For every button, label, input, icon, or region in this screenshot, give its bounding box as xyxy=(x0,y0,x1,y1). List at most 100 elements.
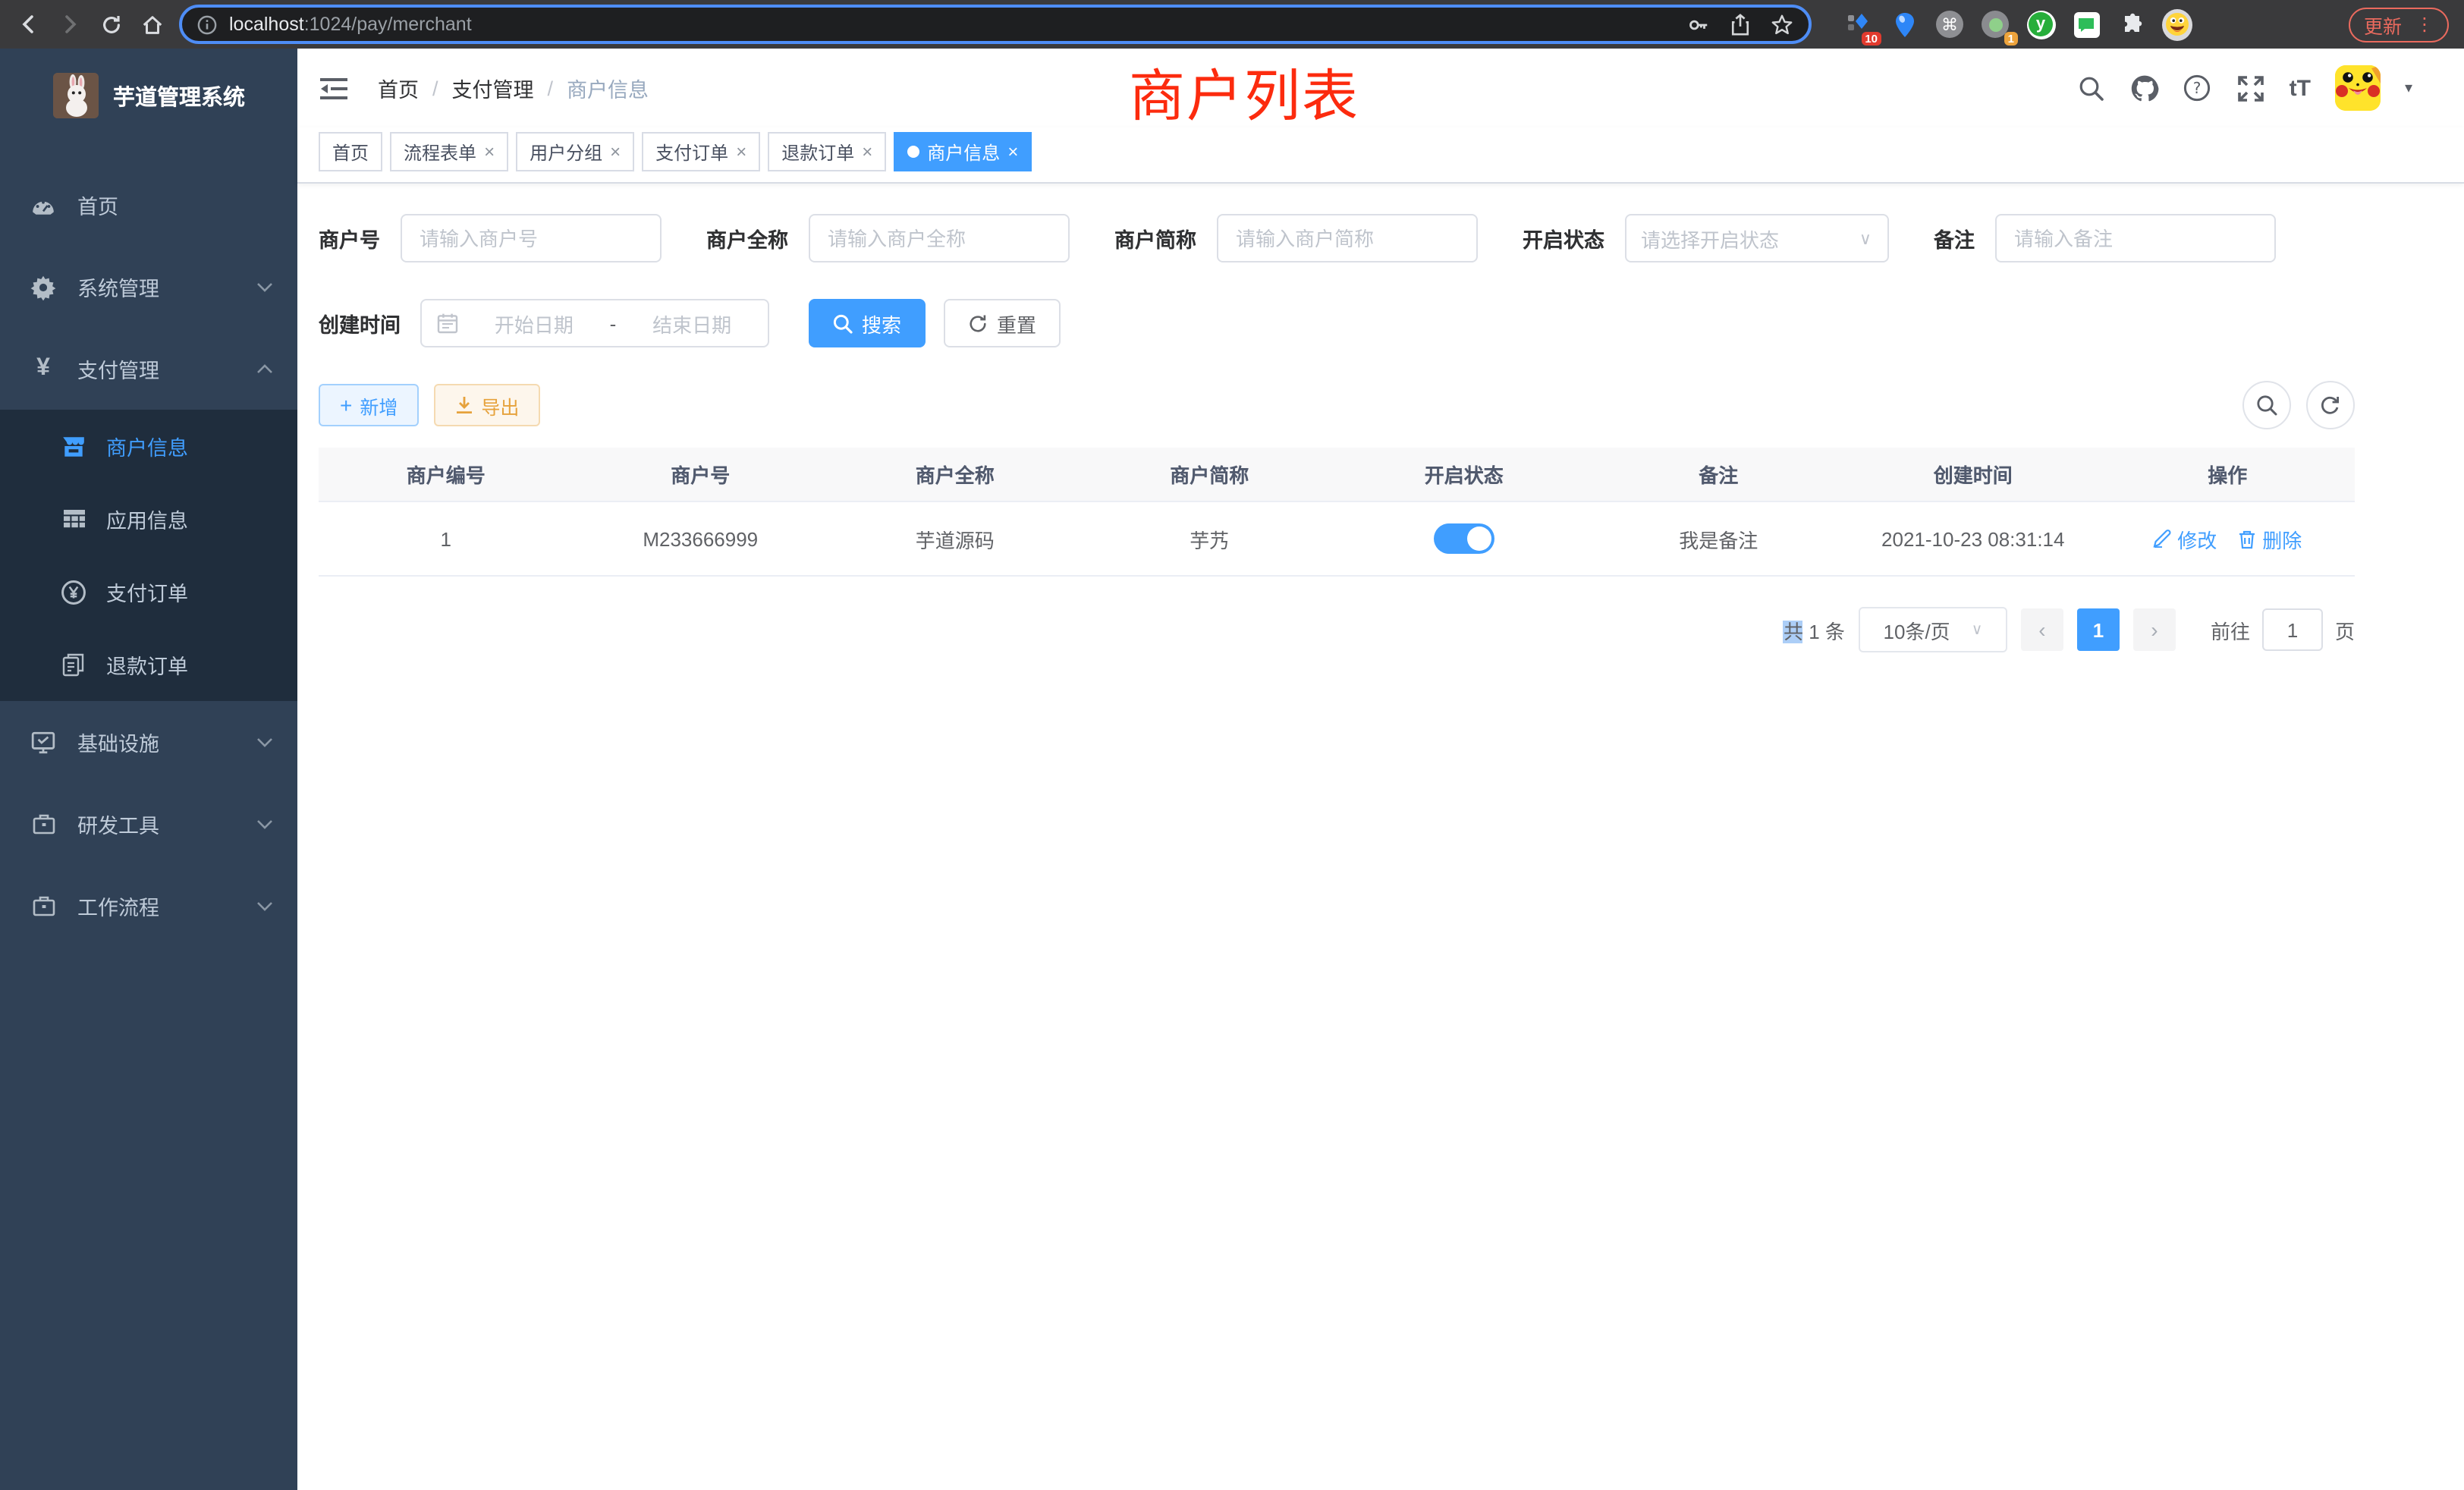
sidebar-item-payment[interactable]: ¥ 支付管理 xyxy=(0,328,297,410)
tab-home[interactable]: 首页 xyxy=(319,132,382,171)
screenshot-root: localhost:1024/pay/merchant 10 xyxy=(0,0,2464,1490)
sidebar-item-merchant-info[interactable]: 商户信息 xyxy=(0,410,297,483)
sidebar-item-dev-tools[interactable]: 研发工具 xyxy=(0,783,297,865)
avatar-caret-icon[interactable]: ▾ xyxy=(2405,80,2412,96)
cell-create-time: 2021-10-23 08:31:14 xyxy=(1846,502,2101,575)
tab-user-group[interactable]: 用户分组 × xyxy=(516,132,634,171)
close-icon[interactable]: × xyxy=(736,141,746,162)
sidebar-item-infrastructure[interactable]: 基础设施 xyxy=(0,701,297,783)
briefcase-icon xyxy=(30,893,56,919)
status-dot-extension-icon[interactable]: 1 xyxy=(1980,9,2010,39)
page-number-1[interactable]: 1 xyxy=(2077,608,2120,651)
refresh-button[interactable] xyxy=(2306,381,2355,429)
tab-refund-order[interactable]: 退款订单 × xyxy=(768,132,886,171)
tab-process-form[interactable]: 流程表单 × xyxy=(390,132,508,171)
sidebar-item-label: 基础设施 xyxy=(77,727,159,757)
prev-page-button[interactable]: ‹ xyxy=(2021,608,2063,651)
cell-short-name: 芋艿 xyxy=(1083,502,1337,575)
close-icon[interactable]: × xyxy=(1007,141,1018,162)
pin-drop-extension-icon[interactable] xyxy=(1889,9,1919,39)
active-tab-dot xyxy=(907,146,919,158)
goto-page-input[interactable] xyxy=(2262,608,2323,651)
site-info-icon[interactable] xyxy=(197,14,217,34)
sidebar-item-label: 首页 xyxy=(77,190,118,220)
browser-home-icon[interactable] xyxy=(138,11,165,38)
cell-merchant-no: M233666999 xyxy=(574,502,828,575)
yudao-extension-icon[interactable]: y xyxy=(2026,9,2056,39)
close-icon[interactable]: × xyxy=(484,141,495,162)
extensions-puzzle-icon[interactable] xyxy=(2117,9,2147,39)
chevron-down-icon xyxy=(256,281,273,292)
breadcrumb: 首页 / 支付管理 / 商户信息 xyxy=(378,73,649,103)
short-name-input[interactable] xyxy=(1216,214,1477,262)
tab-pay-order[interactable]: 支付订单 × xyxy=(642,132,760,171)
create-time-label: 创建时间 xyxy=(319,308,401,338)
status-select[interactable]: 请选择开启状态 ∨ xyxy=(1624,214,1888,262)
merchant-no-input[interactable] xyxy=(400,214,661,262)
store-icon xyxy=(61,433,86,459)
chevron-down-icon xyxy=(256,901,273,911)
tab-merchant-info-active[interactable]: 商户信息 × xyxy=(894,132,1032,171)
header-search-icon[interactable] xyxy=(2077,74,2106,102)
breadcrumb-payment[interactable]: 支付管理 xyxy=(452,73,534,103)
yen-circle-icon xyxy=(61,579,86,605)
sidebar-item-label: 退款订单 xyxy=(106,649,188,680)
sidebar-item-system[interactable]: 系统管理 xyxy=(0,246,297,328)
browser-back-icon[interactable] xyxy=(15,11,42,38)
user-avatar[interactable] xyxy=(2335,65,2381,111)
browser-reload-icon[interactable] xyxy=(97,11,124,38)
sidebar: 芋道管理系统 首页 系统管理 xyxy=(0,49,297,1490)
github-icon[interactable] xyxy=(2130,74,2159,102)
sidebar-item-home[interactable]: 首页 xyxy=(0,164,297,246)
payment-submenu: 商户信息 应用信息 支付订单 xyxy=(0,410,297,701)
search-button[interactable]: 搜索 xyxy=(809,299,926,347)
goto-label: 前往 xyxy=(2211,615,2250,644)
sidebar-item-app-info[interactable]: 应用信息 xyxy=(0,483,297,555)
gear-icon xyxy=(30,274,56,300)
page-size-select[interactable]: 10条/页 ∨ xyxy=(1859,607,2007,652)
delete-link[interactable]: 删除 xyxy=(2238,524,2302,553)
sidebar-item-refund-order[interactable]: 退款订单 xyxy=(0,628,297,701)
bookmark-star-icon[interactable] xyxy=(1771,13,1793,36)
password-key-icon[interactable] xyxy=(1687,13,1710,36)
command-extension-icon[interactable]: ⌘ xyxy=(1934,9,1965,39)
help-icon[interactable]: ? xyxy=(2183,74,2212,102)
sidebar-item-workflow[interactable]: 工作流程 xyxy=(0,865,297,947)
monitor-check-icon xyxy=(30,729,56,755)
date-end-placeholder: 结束日期 xyxy=(631,309,753,338)
browser-update-button[interactable]: 更新 ⋮ xyxy=(2349,7,2449,42)
close-icon[interactable]: × xyxy=(862,141,872,162)
top-navbar: 首页 / 支付管理 / 商户信息 ? xyxy=(297,49,2464,127)
add-button[interactable]: + 新增 xyxy=(319,384,419,426)
date-range-picker[interactable]: 开始日期 - 结束日期 xyxy=(420,299,769,347)
export-button[interactable]: 导出 xyxy=(434,384,540,426)
next-page-button[interactable]: › xyxy=(2133,608,2176,651)
pinned-extension-icon[interactable]: 10 xyxy=(1843,9,1874,39)
chat-extension-icon[interactable] xyxy=(2071,9,2101,39)
share-icon[interactable] xyxy=(1730,13,1751,36)
chevron-down-icon xyxy=(256,737,273,747)
sidebar-item-pay-order[interactable]: 支付订单 xyxy=(0,555,297,628)
remark-input[interactable] xyxy=(1994,214,2275,262)
full-name-input[interactable] xyxy=(808,214,1069,262)
download-icon xyxy=(455,396,473,414)
reset-button[interactable]: 重置 xyxy=(944,299,1061,347)
calendar-icon xyxy=(437,313,458,334)
url-text[interactable]: localhost:1024/pay/merchant xyxy=(229,14,472,35)
close-icon[interactable]: × xyxy=(610,141,621,162)
cell-full-name: 芋道源码 xyxy=(828,502,1083,575)
browser-forward-icon[interactable] xyxy=(56,11,83,38)
sidebar-collapse-icon[interactable] xyxy=(319,74,347,102)
browser-menu-icon[interactable]: ⋮ xyxy=(2415,15,2434,33)
page-suffix-label: 页 xyxy=(2335,615,2355,644)
app-logo[interactable]: 芋道管理系统 xyxy=(0,49,297,143)
breadcrumb-home[interactable]: 首页 xyxy=(378,73,419,103)
status-toggle[interactable] xyxy=(1434,523,1494,554)
font-size-icon[interactable]: tT xyxy=(2290,75,2311,101)
toggle-search-button[interactable] xyxy=(2242,381,2291,429)
profile-emoji-icon[interactable] xyxy=(2162,9,2192,39)
address-bar[interactable]: localhost:1024/pay/merchant xyxy=(179,5,1812,44)
fullscreen-icon[interactable] xyxy=(2236,74,2265,102)
edit-link[interactable]: 修改 xyxy=(2153,524,2217,553)
table-row: 1 M233666999 芋道源码 芋艿 我是备注 2021-10-23 08:… xyxy=(319,502,2355,577)
